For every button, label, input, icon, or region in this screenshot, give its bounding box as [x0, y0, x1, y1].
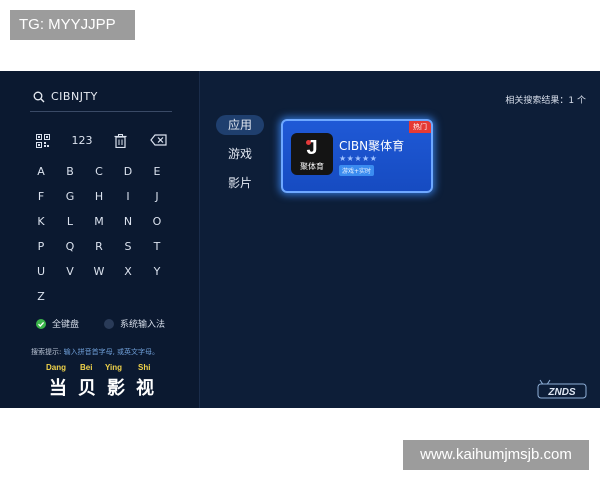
brand-pinyin-2: Bei [80, 363, 93, 372]
key-p[interactable]: P [26, 237, 56, 257]
key-m[interactable]: M [84, 212, 114, 232]
key-g[interactable]: G [55, 187, 85, 207]
key-s[interactable]: S [113, 237, 143, 257]
key-i[interactable]: I [113, 187, 143, 207]
brand-pinyin-4: Shi [138, 363, 151, 372]
brand-char-3: 影 [107, 378, 125, 399]
app-icon-label: 聚体育 [300, 162, 324, 171]
key-w[interactable]: W [84, 262, 114, 282]
key-e[interactable]: E [142, 162, 172, 182]
key-l[interactable]: L [55, 212, 85, 232]
key-j[interactable]: J [142, 187, 172, 207]
hint-prefix: 搜索提示: [31, 348, 62, 356]
key-v[interactable]: V [55, 262, 85, 282]
tab-games[interactable]: 游戏 [216, 144, 264, 164]
znds-logo: ZNDS [537, 379, 587, 399]
app-icon: J 聚体育 [291, 133, 333, 175]
key-b[interactable]: B [55, 162, 85, 182]
backspace-icon[interactable] [149, 134, 167, 152]
hot-badge: 热门 [409, 121, 431, 133]
app-tag: 游戏+实时 [339, 165, 375, 176]
tab-movies[interactable]: 影片 [216, 173, 264, 193]
tab-apps[interactable]: 应用 [216, 115, 264, 135]
hint-text: 输入拼音首字母, 或英文字母。 [63, 348, 160, 356]
key-k[interactable]: K [26, 212, 56, 232]
keyboard-toolbar: 123 [0, 134, 199, 152]
search-icon [33, 91, 45, 103]
key-c[interactable]: C [84, 162, 114, 182]
app-icon-letter: J [306, 137, 318, 159]
key-a[interactable]: A [26, 162, 56, 182]
key-n[interactable]: N [113, 212, 143, 232]
key-x[interactable]: X [113, 262, 143, 282]
full-keyboard-label: 全键盘 [52, 320, 80, 330]
brand-char-4: 视 [136, 378, 154, 399]
digits-key[interactable]: 123 [70, 134, 94, 152]
key-t[interactable]: T [142, 237, 172, 257]
search-hint: 搜索提示: 输入拼音首字母, 或英文字母。 [31, 347, 159, 357]
system-ime-label: 系统输入法 [120, 320, 166, 330]
search-field[interactable]: CIBNJTY [33, 88, 173, 108]
key-o[interactable]: O [142, 212, 172, 232]
brand-char-1: 当 [49, 378, 67, 399]
key-f[interactable]: F [26, 187, 56, 207]
brand-char-2: 贝 [78, 378, 96, 399]
qr-code-icon[interactable] [36, 134, 50, 152]
dangbei-brand: Dang Bei Ying Shi 当 贝 影 视 [46, 363, 166, 399]
search-underline [30, 111, 172, 112]
znds-logo-text: ZNDS [547, 387, 576, 398]
search-query: CIBNJTY [51, 90, 98, 103]
tv-screen: CIBNJTY 123 A B C D E F G H I J K L M N … [0, 71, 600, 408]
app-result-card[interactable]: J 聚体育 CIBN聚体育 ★★★★★ 游戏+实时 热门 [281, 119, 433, 193]
full-keyboard-option[interactable]: 全键盘 [36, 317, 96, 331]
app-name: CIBN聚体育 [339, 139, 405, 153]
tg-label: TG: MYYJJPP [10, 10, 135, 40]
key-q[interactable]: Q [55, 237, 85, 257]
key-r[interactable]: R [84, 237, 114, 257]
radio-icon [104, 319, 114, 329]
key-z[interactable]: Z [26, 287, 56, 307]
keyboard-panel: CIBNJTY 123 A B C D E F G H I J K L M N … [0, 71, 200, 408]
watermark: www.kaihumjmsjb.com [403, 440, 589, 470]
key-y[interactable]: Y [142, 262, 172, 282]
rating-stars: ★★★★★ [339, 154, 378, 163]
check-icon [36, 319, 46, 329]
brand-pinyin-1: Dang [46, 363, 66, 372]
key-u[interactable]: U [26, 262, 56, 282]
system-ime-option[interactable]: 系统输入法 [104, 317, 174, 331]
brand-pinyin-3: Ying [105, 363, 123, 372]
results-count: 相关搜索结果：1 个 [505, 96, 586, 106]
key-h[interactable]: H [84, 187, 114, 207]
key-d[interactable]: D [113, 162, 143, 182]
trash-icon[interactable] [113, 134, 127, 152]
